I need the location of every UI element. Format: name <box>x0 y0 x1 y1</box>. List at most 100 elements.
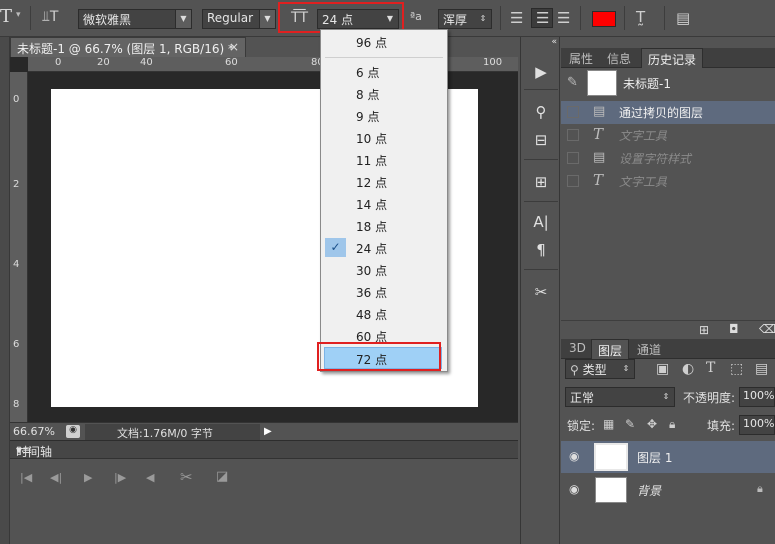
zoom-level[interactable]: 66.67% <box>13 425 55 438</box>
tab-history[interactable]: 历史记录 <box>641 48 704 68</box>
history-item[interactable]: T 文字工具 <box>561 124 775 147</box>
paragraph-icon[interactable]: ¶ <box>521 241 561 259</box>
scissors-icon[interactable]: ✂ <box>180 468 193 486</box>
fill-input[interactable]: 100% <box>739 415 775 435</box>
lock-all-icon[interactable]: 🔒︎ <box>669 417 675 432</box>
filter-pixel-icon[interactable]: ▣ <box>656 361 669 377</box>
font-size-option[interactable]: 8 点 <box>322 83 447 105</box>
ruler-label: 20 <box>97 57 110 68</box>
history-item[interactable]: ▤ 通过拷贝的图层 <box>561 101 775 124</box>
status-menu-icon[interactable]: ◉ <box>66 425 80 438</box>
tool-preset-caret-icon[interactable]: ▾ <box>16 10 26 24</box>
checkbox[interactable] <box>567 152 579 164</box>
filter-type-icon[interactable]: T <box>706 360 715 376</box>
history-item-label: 设置字符样式 <box>619 152 692 166</box>
transition-icon[interactable]: ◪ <box>216 469 228 484</box>
history-item[interactable]: T 文字工具 <box>561 170 775 193</box>
panel-icon-column: « ▶ ⚲ ⊟ ⊞ A| ¶ ✂ <box>520 37 560 544</box>
tab-channels[interactable]: 通道 <box>631 339 667 359</box>
filter-shape-icon[interactable]: ⬚ <box>730 361 743 377</box>
text-color-swatch[interactable] <box>592 11 616 27</box>
tab-layers[interactable]: 图层 <box>591 339 630 359</box>
panel-menu-icon[interactable]: ▾≡ <box>16 443 514 457</box>
checkbox[interactable] <box>567 106 579 118</box>
lock-label: 锁定: <box>567 419 596 433</box>
character-icon[interactable]: A| <box>521 213 561 231</box>
font-size-option[interactable]: 14 点 <box>322 193 447 215</box>
tab-info[interactable]: 信息 <box>601 48 637 68</box>
clone-source-icon[interactable]: ⊞ <box>521 173 561 191</box>
chevron-down-icon: ▼ <box>382 10 398 28</box>
opacity-input[interactable]: 100% <box>739 387 775 407</box>
doc-icon: ▤ <box>593 104 606 119</box>
font-size-value: 24 点 <box>322 13 354 27</box>
collapse-icon[interactable]: « <box>521 37 561 47</box>
font-size-option-checked[interactable]: ✓ 24 点 <box>322 237 447 259</box>
font-size-option[interactable]: 12 点 <box>322 171 447 193</box>
play-action-icon[interactable]: ▶ <box>521 63 561 81</box>
font-size-option[interactable]: 36 点 <box>322 281 447 303</box>
checkbox[interactable] <box>567 129 579 141</box>
tab-properties[interactable]: 属性 <box>563 48 599 68</box>
timeline-header: 时间轴 ▾≡ <box>10 441 518 459</box>
layer-row[interactable]: ◉ 背景 🔒︎ <box>561 474 775 506</box>
font-size-option[interactable]: 96 点 <box>322 31 447 53</box>
tools-icon[interactable]: ✂ <box>521 283 561 301</box>
layers-panel-tabs: 3D 图层 通道 <box>561 339 775 359</box>
audio-icon[interactable]: ◀ <box>146 471 154 484</box>
type-tool-icon[interactable]: T <box>0 6 14 28</box>
visibility-eye-icon[interactable]: ◉ <box>569 482 579 496</box>
layer-row[interactable]: ◉ 图层 1 <box>561 441 775 473</box>
filter-smart-icon[interactable]: ▤ <box>755 361 768 377</box>
play-icon[interactable]: ▶ <box>84 471 92 484</box>
filter-adjust-icon[interactable]: ◐ <box>682 361 694 377</box>
search-icon: ⚲ <box>570 363 583 377</box>
play-icon[interactable]: ▶ <box>264 426 272 437</box>
next-frame-icon[interactable]: |▶ <box>114 471 126 484</box>
tab-3d[interactable]: 3D <box>563 339 592 359</box>
font-size-option[interactable]: 6 点 <box>322 61 447 83</box>
toggle-orientation-icon[interactable]: ⫫T <box>42 9 58 25</box>
blend-mode-dropdown[interactable]: 正常 ⇕ <box>565 387 675 407</box>
checkmark-icon: ✓ <box>325 238 346 257</box>
history-item[interactable]: ▤ 设置字符样式 <box>561 147 775 170</box>
layer-name: 图层 1 <box>637 451 673 465</box>
lock-position-icon[interactable]: ✥ <box>647 417 657 431</box>
ruler-label: 0 <box>13 94 20 105</box>
updown-icon: ⇕ <box>475 10 491 28</box>
font-size-option[interactable]: 9 点 <box>322 105 447 127</box>
font-size-option[interactable]: 10 点 <box>322 127 447 149</box>
lock-pixels-icon[interactable]: ✎ <box>625 417 635 431</box>
font-size-option[interactable]: 48 点 <box>322 303 447 325</box>
updown-icon: ⇕ <box>618 360 634 378</box>
lock-transparent-icon[interactable]: ▦ <box>603 417 614 431</box>
align-center-button[interactable]: ☰ <box>531 8 553 28</box>
brush-icon[interactable]: ⚲ <box>521 103 561 121</box>
visibility-eye-icon[interactable]: ◉ <box>569 449 579 463</box>
align-left-icon[interactable]: ☰ <box>510 9 523 27</box>
snapshot-name: 未标题-1 <box>623 77 671 91</box>
font-family-dropdown[interactable]: 微软雅黑 ▼ <box>78 9 192 29</box>
font-size-dropdown[interactable]: 24 点 ▼ <box>317 9 399 29</box>
character-panel-icon[interactable]: ▤ <box>676 9 690 27</box>
history-snapshot[interactable]: ✎ 未标题-1 <box>561 69 775 97</box>
anti-alias-dropdown[interactable]: 浑厚 ⇕ <box>438 9 492 29</box>
new-document-icon[interactable]: ⊞ <box>699 323 709 337</box>
close-tab-icon[interactable]: × <box>229 40 239 54</box>
trash-icon[interactable]: ⌫ <box>759 322 775 336</box>
brush-preset-icon[interactable]: ⊟ <box>521 131 561 149</box>
font-size-option[interactable]: 18 点 <box>322 215 447 237</box>
font-size-option[interactable]: 11 点 <box>322 149 447 171</box>
camera-icon[interactable]: ◘ <box>729 322 739 336</box>
font-size-option[interactable]: 30 点 <box>322 259 447 281</box>
fill-label: 填充: <box>707 419 736 433</box>
font-size-option-label: 24 点 <box>356 242 388 256</box>
first-frame-icon[interactable]: |◀ <box>20 471 32 484</box>
layer-filter-dropdown[interactable]: ⚲ 类型 ⇕ <box>565 359 635 379</box>
document-tab[interactable]: 未标题-1 @ 66.7% (图层 1, RGB/16) * × <box>10 37 246 57</box>
font-style-dropdown[interactable]: Regular ▼ <box>202 9 276 29</box>
warp-text-icon[interactable]: T̰ <box>636 8 645 26</box>
prev-frame-icon[interactable]: ◀| <box>50 471 62 484</box>
checkbox[interactable] <box>567 175 579 187</box>
align-right-icon[interactable]: ☰ <box>557 9 570 27</box>
